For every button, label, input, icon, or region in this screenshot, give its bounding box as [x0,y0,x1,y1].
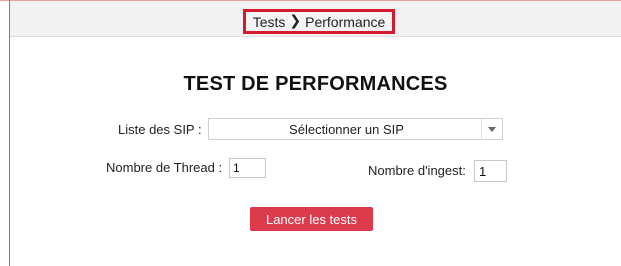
chevron-right-icon: ❯ [289,12,302,28]
thread-count-input[interactable] [229,158,266,178]
sip-list-label: Liste des SIP : [118,122,202,137]
breadcrumb: Tests ❯ Performance [243,9,395,34]
select-dropdown-toggle[interactable] [481,119,502,139]
breadcrumb-item-tests[interactable]: Tests [253,14,286,30]
page-title: TEST DE PERFORMANCES [183,73,448,95]
breadcrumb-item-performance: Performance [305,13,386,30]
left-divider [9,0,10,266]
ingest-count-label: Nombre d'ingest: [368,163,466,178]
breadcrumb-bar: Tests ❯ Performance [10,1,621,37]
page: Tests ❯ Performance TEST DE PERFORMANCES… [0,0,621,266]
ingest-count-input[interactable] [474,160,507,182]
thread-count-label: Nombre de Thread : [106,160,223,175]
sip-select[interactable]: Sélectionner un SIP [208,118,503,140]
run-tests-button[interactable]: Lancer les tests [250,207,373,231]
caret-down-icon [488,126,496,132]
sip-select-value: Sélectionner un SIP [289,122,404,137]
